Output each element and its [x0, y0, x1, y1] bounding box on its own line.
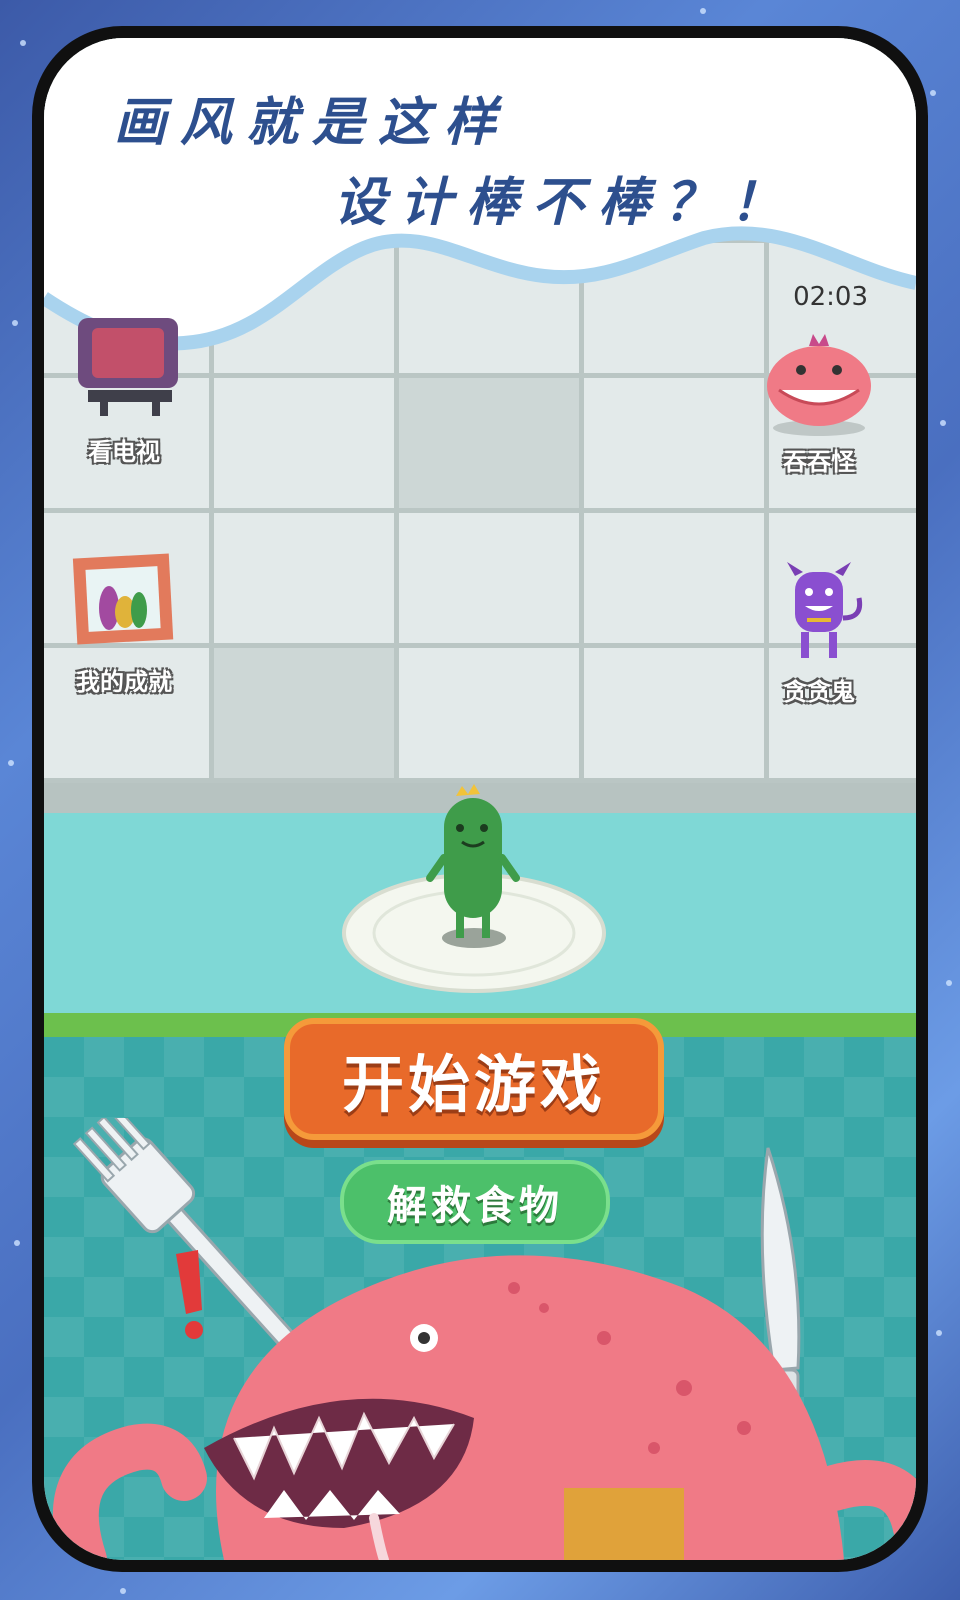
menu-label-greedy-ghost: 贪贪鬼 — [783, 678, 855, 706]
tv-icon — [78, 318, 178, 416]
purple-devil-icon — [787, 562, 863, 658]
banner-line-2: 设计棒不棒？！ — [334, 172, 797, 233]
menu-item-tv[interactable]: 看电视 — [44, 318, 204, 467]
game-screen: 画风就是这样 设计棒不棒？！ 02:03 看电视 我的成就 吞吞怪 贪贪鬼 开始… — [44, 38, 916, 1560]
pink-monster-character — [52, 1255, 916, 1560]
picture-frame-icon — [72, 553, 174, 645]
start-game-button[interactable]: 开始游戏 — [284, 1018, 664, 1140]
game-timer: 02:03 — [793, 282, 868, 312]
menu-item-greedy-ghost[interactable]: 贪贪鬼 — [744, 558, 894, 707]
menu-label-achievements: 我的成就 — [76, 668, 172, 696]
pink-monster-icon — [767, 334, 871, 436]
cucumber-on-plate — [342, 784, 606, 993]
menu-label-swallow-monster: 吞吞怪 — [783, 448, 855, 476]
menu-item-achievements[interactable]: 我的成就 — [44, 548, 204, 697]
menu-label-tv: 看电视 — [88, 438, 160, 466]
phone-frame: 画风就是这样 设计棒不棒？！ 02:03 看电视 我的成就 吞吞怪 贪贪鬼 开始… — [32, 26, 928, 1572]
menu-item-swallow-monster[interactable]: 吞吞怪 — [744, 328, 894, 477]
banner-line-1: 画风就是这样 — [114, 92, 511, 153]
